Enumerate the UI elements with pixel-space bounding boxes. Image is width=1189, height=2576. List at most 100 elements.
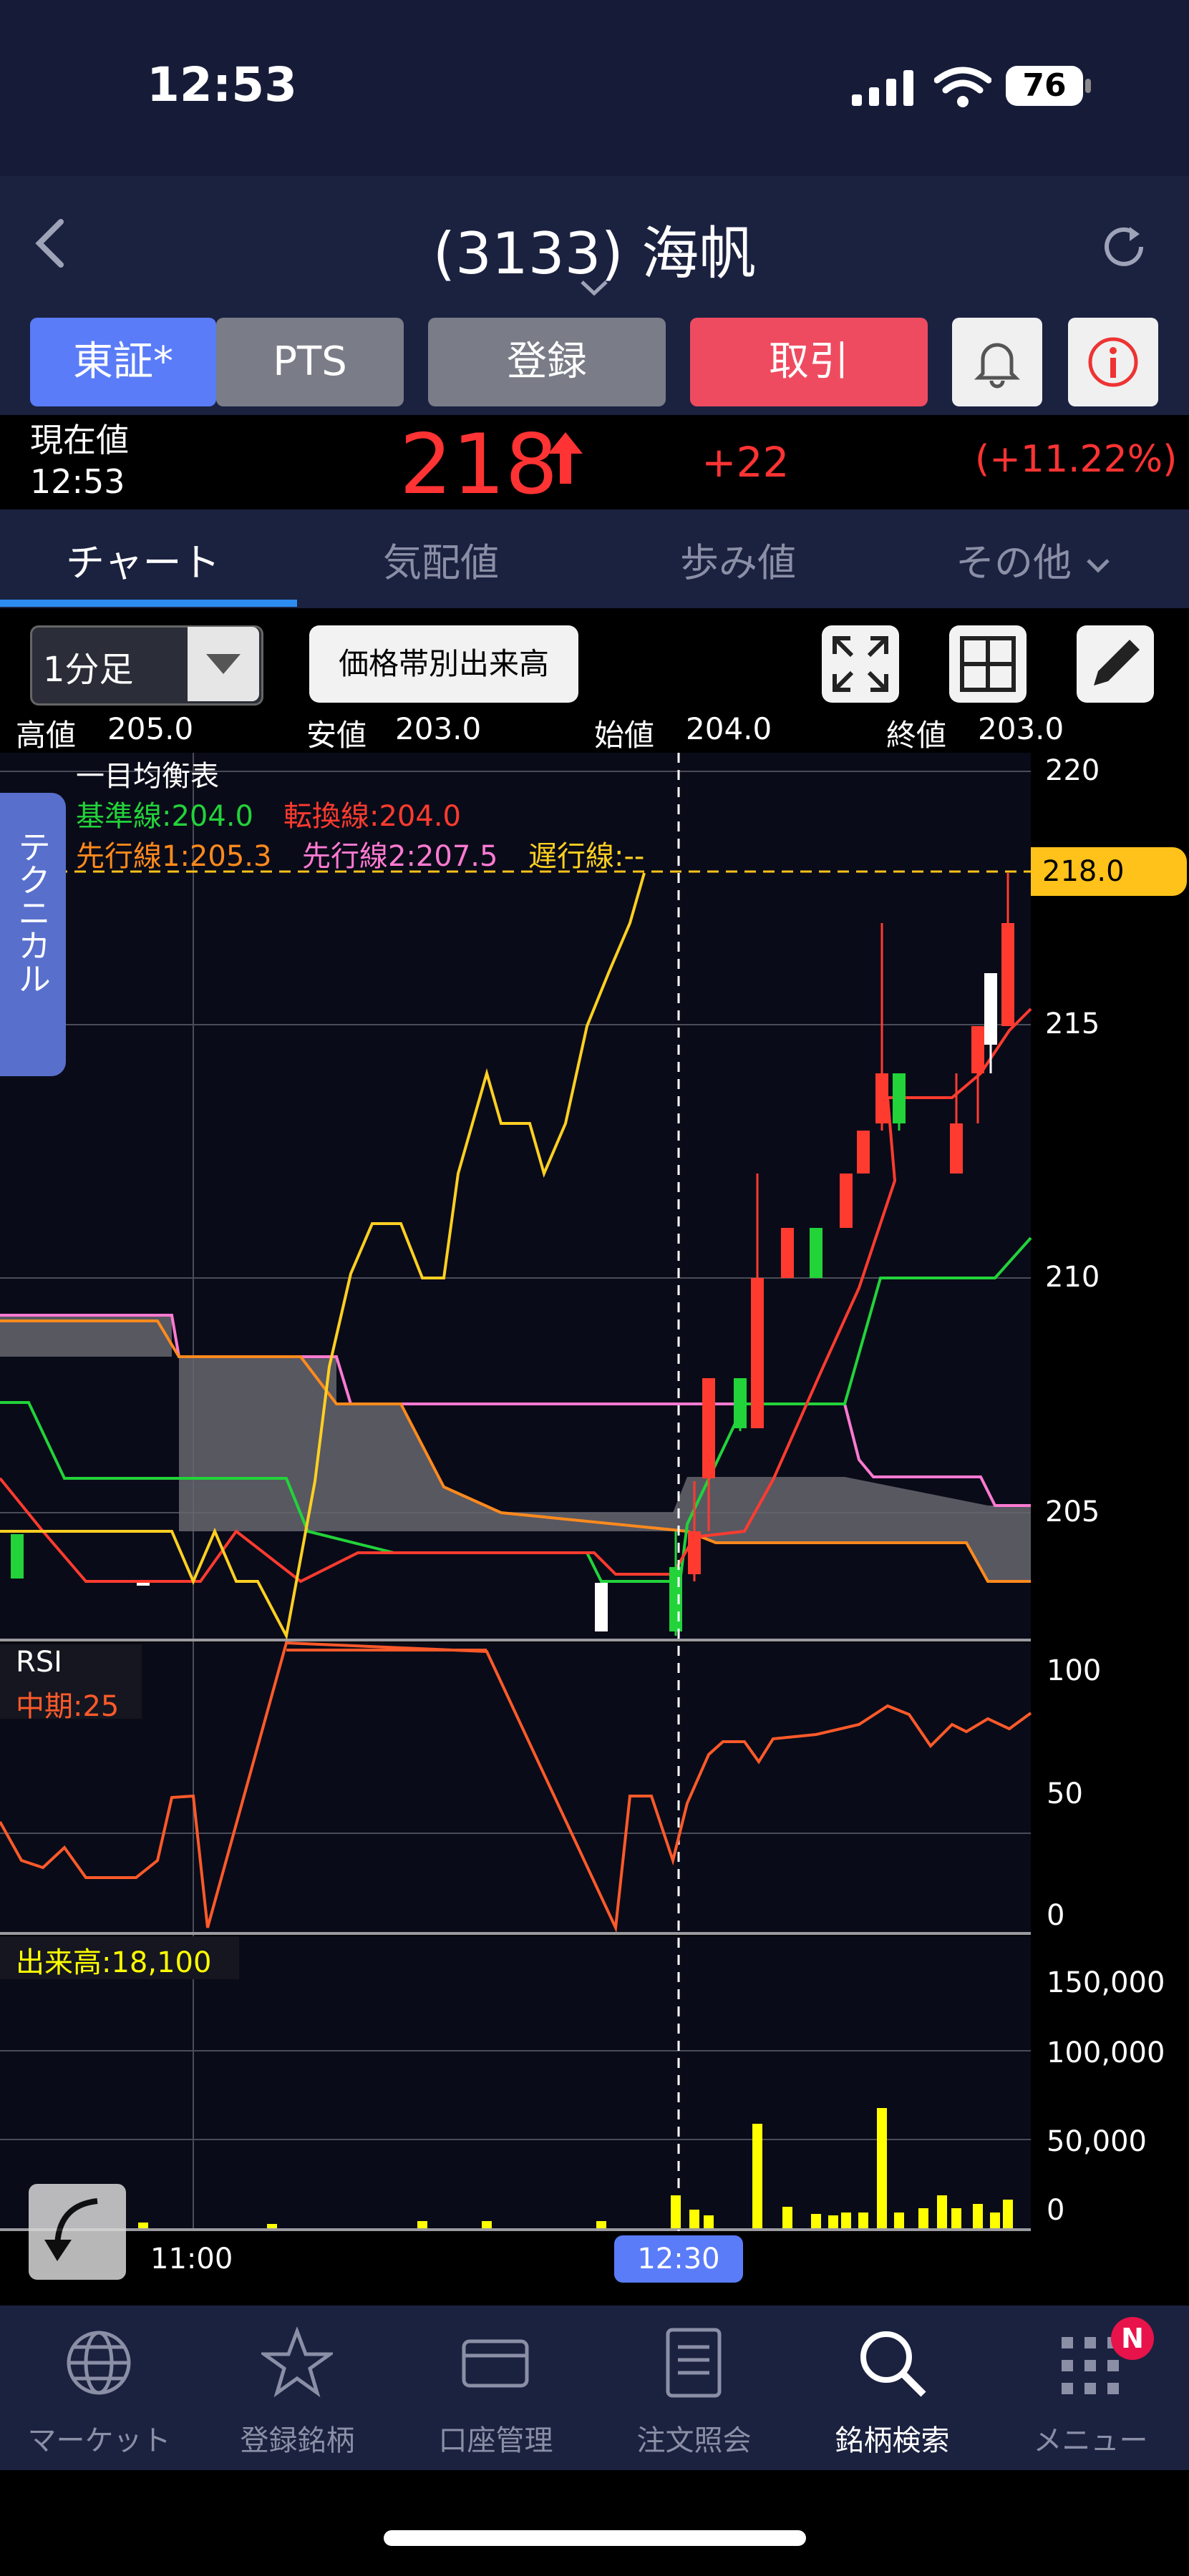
current-price-tag: 218.0: [1031, 847, 1187, 896]
curved-arrow-icon: [44, 2198, 98, 2261]
nav-label: 登録銘柄: [240, 2424, 355, 2457]
price-change: +22: [702, 438, 790, 487]
select-arrow[interactable]: [188, 627, 259, 701]
volume-bar: [482, 2221, 492, 2228]
wifi-icon: [934, 67, 991, 107]
volume-bar: [811, 2214, 821, 2228]
chevron-down-icon: [1087, 559, 1110, 573]
rsi-label: RSI: [16, 1646, 62, 1679]
time-tick: 11:00: [150, 2243, 233, 2275]
info-icon: [1088, 337, 1138, 387]
rsi-tick: 50: [1047, 1777, 1083, 1810]
signal-icon: [852, 70, 913, 106]
candle-body: [734, 1378, 747, 1428]
volume-bar: [782, 2207, 792, 2228]
status-time: 12:53: [147, 57, 298, 112]
technical-side-tab-label: テクニカル: [13, 830, 52, 995]
volume-bar: [596, 2221, 606, 2228]
nav-label: 銘柄検索: [835, 2424, 950, 2457]
close-label: 終値: [886, 718, 947, 753]
nav-label: メニュー: [1033, 2424, 1148, 2457]
low-value: 203.0: [395, 711, 482, 746]
info-button[interactable]: [1068, 318, 1158, 406]
volume-tick: 0: [1047, 2194, 1065, 2227]
high-label: 高値: [16, 718, 77, 753]
nav-watchlist[interactable]: 登録銘柄: [198, 2306, 397, 2470]
volume-bar: [417, 2221, 427, 2228]
undo-button[interactable]: [29, 2184, 126, 2280]
candle-body: [1001, 923, 1014, 1026]
open-label: 始値: [594, 718, 655, 753]
battery-tip: [1085, 79, 1091, 93]
candle-body: [595, 1583, 608, 1631]
bell-icon: [974, 343, 1021, 389]
kijun-legend: 基準線:204.0: [76, 800, 253, 833]
volume-bar: [951, 2208, 961, 2228]
draw-button[interactable]: [1077, 625, 1154, 703]
exchange-tse-button[interactable]: 東証*: [30, 318, 216, 406]
candle-body: [781, 1228, 794, 1278]
home-indicator: [384, 2530, 806, 2546]
nav-search[interactable]: 銘柄検索: [793, 2306, 991, 2470]
volume-bar: [689, 2210, 699, 2228]
candle-body: [893, 1073, 906, 1123]
volume-bar: [1003, 2200, 1013, 2228]
candle-body: [971, 1026, 984, 1073]
refresh-icon[interactable]: [1095, 218, 1152, 275]
volume-by-price-button[interactable]: 価格帯別出来高: [309, 625, 578, 703]
tab-quotes[interactable]: 気配値: [383, 531, 499, 587]
candle-body: [984, 973, 997, 1045]
volume-bar: [894, 2212, 904, 2228]
price-tick: 210: [1045, 1261, 1100, 1294]
chikou-legend: 遅行線:--: [528, 840, 645, 873]
up-arrow-icon: [548, 432, 583, 484]
open-value: 204.0: [686, 711, 772, 746]
volume-bar: [918, 2208, 928, 2228]
price-tick: 205: [1045, 1496, 1100, 1528]
rsi-panel: [0, 1643, 1031, 1932]
tab-other[interactable]: その他: [956, 531, 1112, 587]
candle-body: [857, 1131, 870, 1174]
battery-indicator: 76: [1006, 66, 1083, 106]
price-chart[interactable]: [0, 751, 1189, 2306]
volume-bar: [841, 2212, 851, 2228]
document-icon: [666, 2328, 722, 2398]
nav-orders[interactable]: 注文照会: [595, 2306, 793, 2470]
tenkan-legend: 転換線:204.0: [283, 800, 461, 833]
nav-label: 口座管理: [438, 2424, 553, 2457]
expand-icon: [833, 636, 888, 692]
volume-bar: [877, 2108, 887, 2228]
fullscreen-button[interactable]: [822, 625, 899, 703]
volume-bar: [937, 2195, 947, 2228]
current-price: 218: [399, 416, 558, 513]
volume-bar: [828, 2215, 838, 2228]
candle-body: [810, 1228, 822, 1278]
interval-value: 1分足: [43, 650, 134, 690]
register-button[interactable]: 登録: [428, 318, 666, 406]
volume-bar: [138, 2223, 148, 2228]
globe-icon: [67, 2331, 131, 2395]
volume-bar: [990, 2212, 1000, 2228]
candle-body: [669, 1567, 682, 1631]
alert-button[interactable]: [952, 318, 1042, 406]
low-label: 安値: [306, 718, 367, 753]
exchange-pts-button[interactable]: PTS: [216, 318, 404, 406]
wallet-icon: [462, 2339, 529, 2388]
price-tick: 215: [1045, 1008, 1100, 1040]
nav-account[interactable]: 口座管理: [397, 2306, 595, 2470]
rsi-mid-label: 中期:25: [16, 1690, 120, 1723]
active-tab-indicator: [0, 600, 297, 607]
tab-trades[interactable]: 歩み値: [680, 531, 796, 587]
volume-bar: [671, 2195, 681, 2228]
volume-label: 出来高:18,100: [16, 1946, 212, 1979]
layout-button[interactable]: [949, 625, 1027, 703]
nav-menu[interactable]: メニュー: [991, 2306, 1189, 2470]
nav-label: 注文照会: [636, 2424, 752, 2457]
star-icon: [261, 2327, 333, 2398]
trade-button[interactable]: 取引: [690, 318, 928, 406]
nav-market[interactable]: マーケット: [0, 2306, 198, 2470]
price-tick: 220: [1045, 754, 1100, 787]
tab-chart[interactable]: チャート: [66, 531, 220, 587]
chevron-down-icon[interactable]: [576, 278, 612, 299]
candle-body: [702, 1378, 715, 1478]
